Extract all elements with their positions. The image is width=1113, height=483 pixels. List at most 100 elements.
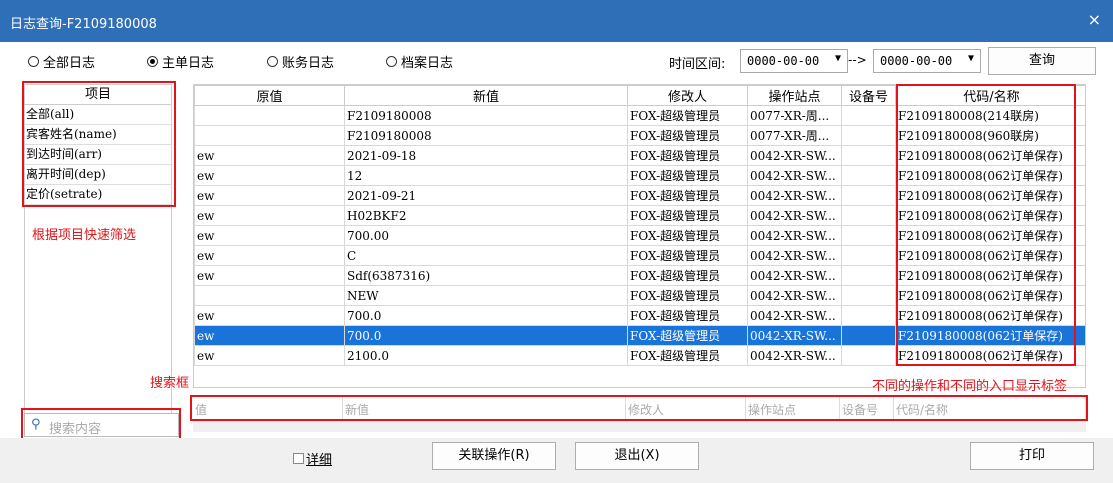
table-cell <box>841 165 896 186</box>
checkbox-icon[interactable] <box>293 453 304 464</box>
column-header[interactable]: 操作站点 <box>747 85 842 106</box>
table-cell: H02BKF2 <box>344 205 628 226</box>
table-cell: 12 <box>344 165 628 186</box>
table-cell: 0042-XR-SW... <box>747 285 842 306</box>
table-cell: ew <box>194 205 345 226</box>
table-cell: ew <box>194 225 345 246</box>
table-cell <box>194 105 345 126</box>
linked-operation-button[interactable]: 关联操作(R) <box>432 442 556 470</box>
table-cell: FOX-超级管理员 <box>627 245 748 266</box>
table-cell: 0077-XR-周... <box>747 105 842 126</box>
table-cell: 0042-XR-SW... <box>747 225 842 246</box>
time-range-label: 时间区间: <box>669 57 726 72</box>
table-cell: 0042-XR-SW... <box>747 165 842 186</box>
table-cell: FOX-超级管理员 <box>627 225 748 246</box>
chevron-down-icon: ▼ <box>834 53 841 64</box>
table-cell <box>841 345 896 366</box>
table-cell: 700.00 <box>344 225 628 246</box>
table-cell: 0042-XR-SW... <box>747 325 842 346</box>
radio-3[interactable]: 档案日志 <box>386 52 453 71</box>
column-header[interactable]: 修改人 <box>627 85 748 106</box>
radio-2[interactable]: 账务日志 <box>267 52 334 71</box>
query-button[interactable]: 查询 <box>988 47 1096 75</box>
table-cell: ew <box>194 325 345 346</box>
table-cell: FOX-超级管理员 <box>627 145 748 166</box>
radio-1[interactable]: 主单日志 <box>147 52 214 71</box>
time-from-value: 0000-00-00 <box>747 54 820 68</box>
time-to-value: 0000-00-00 <box>880 54 953 68</box>
close-icon[interactable]: × <box>1088 10 1101 29</box>
table-cell <box>194 285 345 306</box>
table-cell: FOX-超级管理员 <box>627 285 748 306</box>
column-header[interactable]: 新值 <box>344 85 628 106</box>
table-cell: 700.0 <box>344 305 628 326</box>
bottom-bar <box>0 438 1113 483</box>
exit-button[interactable]: 退出(X) <box>575 442 699 470</box>
print-button[interactable]: 打印 <box>970 442 1094 470</box>
annotation-search-box: 搜索框 <box>150 376 190 391</box>
table-cell <box>841 265 896 286</box>
detail-checkbox[interactable]: 详细 <box>293 449 332 468</box>
title-bar: 日志查询-F2109180008 × <box>0 0 1113 42</box>
annotation-box-filter <box>190 395 1088 421</box>
table-cell: 0042-XR-SW... <box>747 185 842 206</box>
table-cell <box>841 325 896 346</box>
table-cell: ew <box>194 265 345 286</box>
table-cell: 2021-09-21 <box>344 185 628 206</box>
table-cell <box>841 225 896 246</box>
table-cell: FOX-超级管理员 <box>627 105 748 126</box>
table-cell: ew <box>194 345 345 366</box>
table-cell: FOX-超级管理员 <box>627 125 748 146</box>
horizontal-scrollbar[interactable] <box>193 420 1086 432</box>
chevron-down-icon: ▼ <box>967 53 974 64</box>
time-to-select[interactable]: 0000-00-00 ▼ <box>873 49 981 73</box>
table-cell: F2109180008 <box>344 125 628 146</box>
table-cell <box>841 105 896 126</box>
table-cell <box>841 125 896 146</box>
table-cell <box>841 245 896 266</box>
radio-label: 档案日志 <box>401 56 454 71</box>
table-cell: 2100.0 <box>344 345 628 366</box>
annotation-tags-tip: 不同的操作和不同的入口显示标签 <box>872 379 1068 394</box>
table-cell: FOX-超级管理员 <box>627 325 748 346</box>
radio-label: 账务日志 <box>282 56 335 71</box>
radio-icon[interactable] <box>147 56 158 67</box>
table-cell: 0042-XR-SW... <box>747 145 842 166</box>
window-title: 日志查询-F2109180008 <box>10 17 157 32</box>
radio-0[interactable]: 全部日志 <box>28 52 95 71</box>
time-separator: --> <box>848 53 867 67</box>
table-cell <box>841 285 896 306</box>
column-header[interactable]: 原值 <box>194 85 345 106</box>
table-cell: ew <box>194 245 345 266</box>
column-header[interactable]: 设备号 <box>841 85 896 106</box>
table-cell: Sdf(6387316) <box>344 265 628 286</box>
table-cell: 0042-XR-SW... <box>747 345 842 366</box>
table-cell <box>841 145 896 166</box>
radio-icon[interactable] <box>28 56 39 67</box>
table-cell: 0042-XR-SW... <box>747 265 842 286</box>
time-from-select[interactable]: 0000-00-00 ▼ <box>740 49 848 73</box>
table-cell: ew <box>194 165 345 186</box>
table-cell: 2021-09-18 <box>344 145 628 166</box>
radio-label: 全部日志 <box>43 56 96 71</box>
table-cell: FOX-超级管理员 <box>627 345 748 366</box>
annotation-box-tags <box>896 84 1076 366</box>
table-cell: 0042-XR-SW... <box>747 305 842 326</box>
radio-label: 主单日志 <box>162 56 215 71</box>
table-cell: C <box>344 245 628 266</box>
detail-label: 详细 <box>306 453 333 468</box>
annotation-box-items <box>22 81 176 207</box>
table-cell: FOX-超级管理员 <box>627 185 748 206</box>
table-cell: ew <box>194 305 345 326</box>
table-cell: ew <box>194 145 345 166</box>
table-cell <box>194 125 345 146</box>
radio-icon[interactable] <box>267 56 278 67</box>
table-cell <box>841 305 896 326</box>
table-cell: NEW <box>344 285 628 306</box>
table-cell: FOX-超级管理员 <box>627 305 748 326</box>
radio-icon[interactable] <box>386 56 397 67</box>
table-cell <box>841 185 896 206</box>
table-cell: 700.0 <box>344 325 628 346</box>
table-cell: ew <box>194 185 345 206</box>
table-cell: FOX-超级管理员 <box>627 265 748 286</box>
